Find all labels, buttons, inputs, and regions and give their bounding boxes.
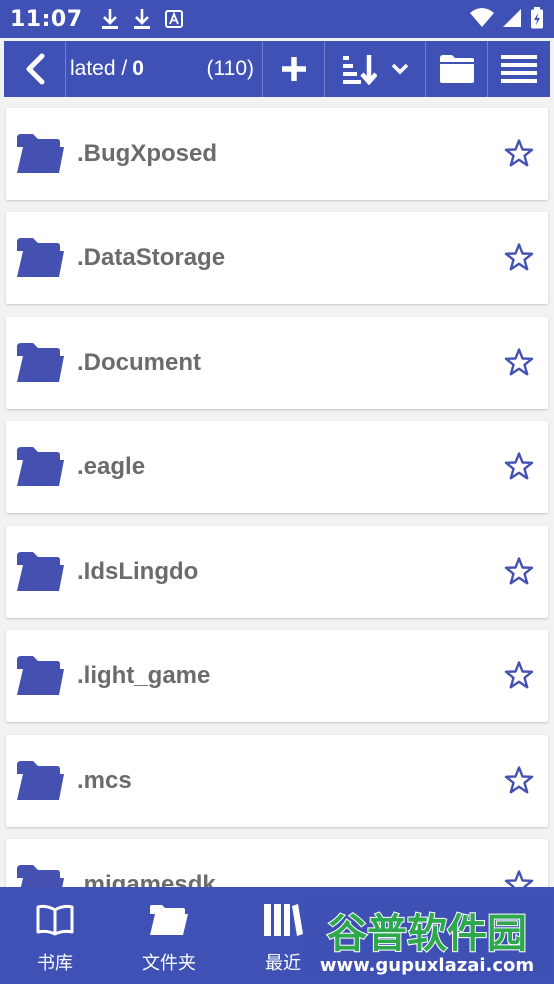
sort-button[interactable] xyxy=(325,41,426,97)
list-item[interactable]: .mcs xyxy=(6,735,548,827)
book-icon xyxy=(36,904,74,936)
folder-icon xyxy=(439,55,474,83)
path-text: lated / xyxy=(70,57,128,80)
file-name: .BugXposed xyxy=(77,140,218,167)
download-icon xyxy=(101,9,118,29)
file-name: .mcs xyxy=(77,767,132,794)
folder-view-button[interactable] xyxy=(426,41,488,97)
chevron-left-icon xyxy=(26,53,44,85)
books-icon xyxy=(264,904,303,936)
list-item[interactable]: .eagle xyxy=(6,421,548,513)
status-bar: 11:07 xyxy=(0,0,554,38)
svg-text:www.gupuxlazai.com: www.gupuxlazai.com xyxy=(320,955,534,976)
folder-icon xyxy=(17,552,64,591)
list-item[interactable]: .BugXposed xyxy=(6,108,548,200)
folder-icon xyxy=(17,761,64,800)
star-icon[interactable] xyxy=(504,660,534,690)
battery-icon xyxy=(531,7,543,29)
nav-label: 最近 xyxy=(265,953,301,974)
list-item[interactable]: .Document xyxy=(6,317,548,409)
item-count: (110) xyxy=(206,57,254,80)
list-item[interactable]: .IdsLingdo xyxy=(6,526,548,618)
star-icon[interactable] xyxy=(504,138,534,168)
folder-icon xyxy=(17,238,64,277)
folder-icon xyxy=(150,905,188,935)
status-time: 11:07 xyxy=(10,6,83,32)
path-breadcrumb[interactable]: lated / 0 (110) xyxy=(66,41,263,97)
folder-icon xyxy=(17,656,64,695)
nav-item-library[interactable]: 书库 xyxy=(0,887,110,984)
add-button[interactable] xyxy=(263,41,325,97)
folder-icon xyxy=(17,134,64,173)
menu-button[interactable] xyxy=(488,41,550,97)
font-app-icon xyxy=(164,10,183,28)
list-item[interactable]: .DataStorage xyxy=(6,212,548,304)
star-icon[interactable] xyxy=(504,451,534,481)
watermark-logo: 谷普软件园 www.gupuxlazai.com xyxy=(304,895,550,977)
back-button[interactable] xyxy=(4,41,66,97)
signal-icon xyxy=(503,9,521,27)
file-name: .DataStorage xyxy=(77,244,226,271)
file-name: .eagle xyxy=(77,453,146,480)
toolbar: lated / 0 (110) xyxy=(4,41,550,97)
star-icon[interactable] xyxy=(504,556,534,586)
list-item[interactable]: .light_game xyxy=(6,630,548,722)
folder-icon xyxy=(17,447,64,486)
wifi-icon xyxy=(470,8,494,27)
sort-icon xyxy=(343,55,377,85)
menu-icon xyxy=(501,55,537,83)
star-icon[interactable] xyxy=(504,765,534,795)
star-icon[interactable] xyxy=(504,347,534,377)
star-icon[interactable] xyxy=(504,242,534,272)
chevron-down-icon xyxy=(391,63,409,75)
nav-label: 书库 xyxy=(37,953,73,974)
plus-icon xyxy=(281,57,306,81)
file-name: .light_game xyxy=(77,662,211,689)
path-index: 0 xyxy=(132,57,144,80)
file-name: .IdsLingdo xyxy=(77,558,199,585)
nav-item-folders[interactable]: 文件夹 xyxy=(114,887,224,984)
svg-text:谷普软件园: 谷普软件园 xyxy=(327,911,527,957)
file-name: .Document xyxy=(77,349,202,376)
folder-icon xyxy=(17,343,64,382)
download-icon xyxy=(133,9,150,29)
nav-label: 文件夹 xyxy=(142,953,196,974)
